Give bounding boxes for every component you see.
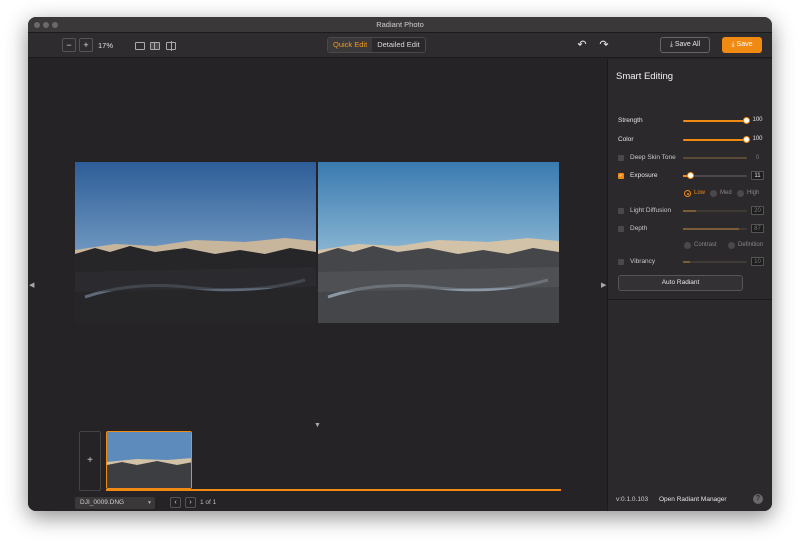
download-icon: ⤓	[669, 41, 673, 48]
previous-page-button[interactable]: ‹	[170, 497, 181, 508]
filename-label: DJI_0009.DNG	[80, 499, 125, 506]
depth-definition-label: Definition	[738, 242, 764, 248]
exposure-label: Exposure	[630, 172, 658, 179]
depth-label: Depth	[630, 225, 648, 232]
light-diffusion-label: Light Diffusion	[630, 207, 672, 214]
exposure-med-label: Med	[720, 190, 732, 196]
exposure-high-label: High	[747, 190, 760, 196]
light-diffusion-slider[interactable]	[683, 210, 747, 212]
deep-skin-tone-label: Deep Skin Tone	[630, 154, 676, 161]
auto-radiant-button[interactable]: Auto Radiant	[618, 275, 743, 291]
single-view-icon[interactable]	[135, 42, 145, 50]
window-title: Radiant Photo	[376, 20, 424, 29]
filename-dropdown[interactable]: DJI_0009.DNG ▼	[75, 497, 155, 509]
undo-icon[interactable]: ↶	[576, 40, 588, 51]
exposure-slider-handle[interactable]	[687, 172, 694, 179]
color-label: Color	[618, 136, 634, 143]
split-view-icon[interactable]	[166, 41, 176, 51]
version-label: v:0.1.0.103	[616, 496, 649, 503]
vibrancy-checkbox[interactable]	[618, 259, 624, 265]
vibrancy-label: Vibrancy	[630, 258, 656, 265]
toggle-filmstrip-icon[interactable]: ▼	[314, 422, 321, 429]
tab-quick-edit[interactable]: Quick Edit	[328, 38, 373, 52]
vibrancy-slider[interactable]	[683, 261, 747, 263]
help-icon[interactable]: ?	[753, 494, 763, 504]
strength-label: Strength	[618, 117, 643, 124]
redo-icon[interactable]: ↷	[598, 40, 610, 51]
deep-skin-tone-slider[interactable]	[683, 157, 747, 159]
save-all-button[interactable]: ⤓ Save All	[660, 37, 710, 53]
app-window: Radiant Photo − + 17% Quick Edit Detaile…	[28, 17, 772, 511]
deep-skin-tone-checkbox[interactable]	[618, 155, 624, 161]
before-image	[75, 162, 316, 323]
color-slider[interactable]	[683, 139, 747, 141]
collapse-right-icon[interactable]: ▶	[601, 281, 606, 289]
panel-divider	[608, 299, 772, 300]
zoom-out-button[interactable]: −	[62, 38, 76, 52]
depth-definition-radio[interactable]	[728, 242, 735, 249]
strength-slider-handle[interactable]	[743, 117, 750, 124]
light-diffusion-checkbox[interactable]	[618, 208, 624, 214]
exposure-high-radio[interactable]	[737, 190, 744, 197]
exposure-value[interactable]: 11	[751, 171, 764, 180]
filmstrip-thumbnail[interactable]	[106, 431, 192, 489]
tab-detailed-edit[interactable]: Detailed Edit	[372, 38, 425, 52]
exposure-low-label: Low	[694, 190, 706, 196]
zoom-in-button[interactable]: +	[79, 38, 93, 52]
zoom-level: 17%	[98, 41, 114, 50]
open-radiant-manager-link[interactable]: Open Radiant Manager	[659, 496, 727, 503]
smart-editing-panel: Smart Editing Strength 100 Color 100 Dee…	[607, 59, 772, 511]
deep-skin-tone-value[interactable]: 0	[751, 154, 764, 163]
depth-slider[interactable]	[683, 228, 747, 230]
color-slider-handle[interactable]	[743, 136, 750, 143]
save-label: Save	[736, 41, 753, 48]
side-by-side-view-icon[interactable]	[150, 42, 160, 50]
filmstrip-progress	[106, 489, 561, 491]
chevron-down-icon: ▼	[147, 500, 152, 506]
preview-canvas: ◀ ▶ ▼ + DJI_0009.DNG ▼ ‹ › 1 of 1	[28, 59, 607, 511]
strength-slider[interactable]	[683, 120, 747, 122]
download-icon: ⤓	[731, 41, 735, 48]
strength-value[interactable]: 100	[751, 116, 764, 125]
vibrancy-value[interactable]: 10	[751, 257, 764, 266]
exposure-low-radio[interactable]	[684, 190, 691, 197]
add-image-button[interactable]: +	[79, 431, 101, 491]
exposure-checkbox[interactable]: ✓	[618, 173, 624, 179]
depth-value[interactable]: 87	[751, 224, 764, 233]
edit-mode-switch: Quick Edit Detailed Edit	[327, 37, 426, 53]
light-diffusion-value[interactable]: 20	[751, 206, 764, 215]
save-button[interactable]: ⤓ Save	[722, 37, 762, 53]
title-bar: Radiant Photo	[28, 17, 772, 33]
depth-checkbox[interactable]	[618, 226, 624, 232]
toolbar: − + 17% Quick Edit Detailed Edit ↶ ↷ ⤓ S…	[28, 33, 772, 58]
after-image	[318, 162, 559, 323]
color-value[interactable]: 100	[751, 135, 764, 144]
save-all-label: Save All	[674, 41, 701, 48]
page-indicator: 1 of 1	[200, 499, 217, 506]
exposure-med-radio[interactable]	[710, 190, 717, 197]
depth-contrast-label: Contrast	[694, 242, 717, 248]
collapse-left-icon[interactable]: ◀	[29, 281, 34, 289]
next-page-button[interactable]: ›	[185, 497, 196, 508]
panel-title: Smart Editing	[616, 71, 674, 82]
depth-contrast-radio[interactable]	[684, 242, 691, 249]
